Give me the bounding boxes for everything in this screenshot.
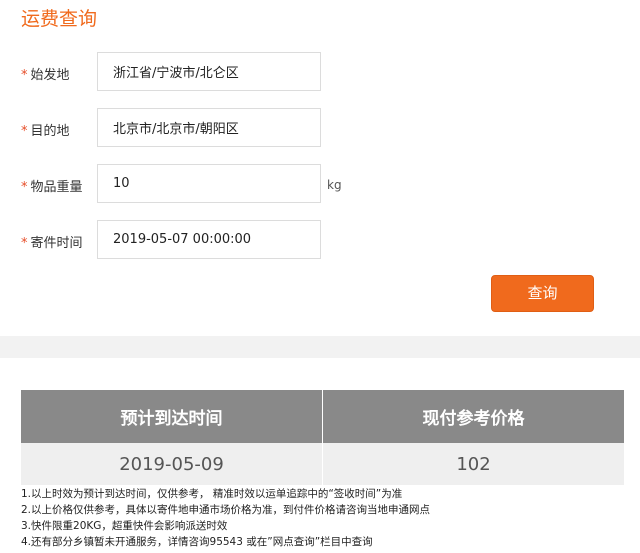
send-time-row: * 寄件时间 <box>0 220 640 262</box>
note-item: 3.快件限重20KG，超重快件会影响派送时效 <box>21 520 228 532</box>
send-time-input[interactable] <box>97 220 321 259</box>
destination-row: * 目的地 <box>0 108 640 150</box>
price-header: 现付参考价格 <box>322 390 624 443</box>
required-mark: * <box>21 236 28 251</box>
note-item: 4.还有部分乡镇暂未开通服务，详情咨询95543 或在”网点查询”栏目中查询 <box>21 536 373 548</box>
weight-row: *物品重量 kg <box>0 164 640 206</box>
origin-label: * 始发地 <box>21 68 70 83</box>
price-value: 102 <box>322 443 624 485</box>
destination-label: * 目的地 <box>21 124 70 139</box>
weight-label: * 物品重量 <box>21 180 83 195</box>
arrival-time-value: 2019-05-09 <box>21 443 323 485</box>
required-mark: * <box>21 180 28 195</box>
origin-row: * 始发地 <box>0 52 640 94</box>
section-divider <box>0 336 640 358</box>
notes: 1.以上时效为预计到达时间，仅供参考， 精准时效以运单追踪中的“签收时间”为准 … <box>21 486 430 550</box>
result-header-row: 预计到达时间 现付参考价格 <box>21 390 624 443</box>
required-mark: * <box>21 68 28 83</box>
arrival-time-header: 预计到达时间 <box>21 390 323 443</box>
weight-input[interactable] <box>97 164 321 203</box>
origin-input[interactable] <box>97 52 321 91</box>
destination-input[interactable] <box>97 108 321 147</box>
send-time-label: * 寄件时间 <box>21 236 83 251</box>
weight-unit: kg <box>327 178 342 192</box>
note-item: 2.以上价格仅供参考，具体以寄件地申通市场价格为准，到付件价格请咨询当地申通网点 <box>21 504 431 516</box>
result-table: 预计到达时间 现付参考价格 2019-05-09 102 <box>21 390 624 485</box>
required-mark: * <box>21 124 28 139</box>
note-item: 1.以上时效为预计到达时间，仅供参考， 精准时效以运单追踪中的“签收时间”为准 <box>21 488 403 500</box>
result-value-row: 2019-05-09 102 <box>21 443 624 485</box>
query-button[interactable]: 查询 <box>491 275 594 312</box>
page-title: 运费查询 <box>21 8 98 30</box>
